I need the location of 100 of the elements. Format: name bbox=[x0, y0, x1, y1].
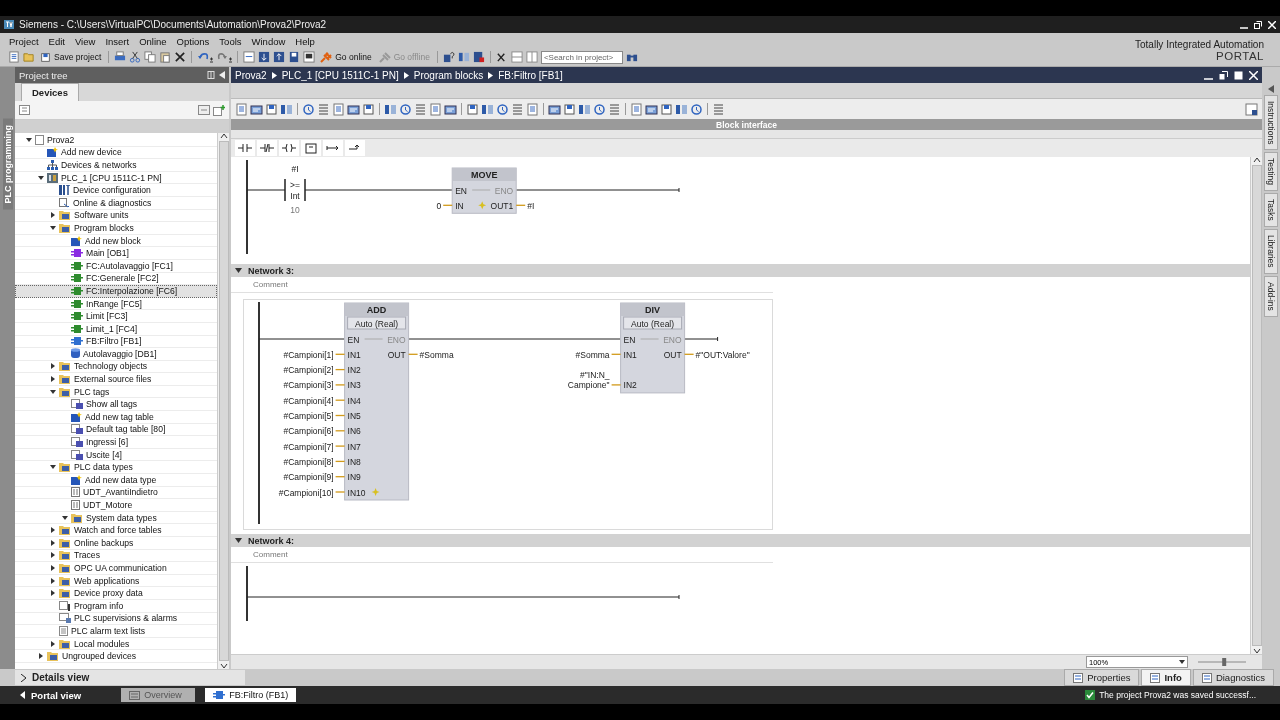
collapse-arrow-icon[interactable] bbox=[219, 71, 225, 79]
expand-arrow-icon[interactable] bbox=[49, 590, 56, 597]
tree-item[interactable]: UDT_AvantiIndietro bbox=[15, 486, 217, 500]
details-view-header[interactable]: Details view bbox=[32, 672, 90, 683]
go-online-button[interactable]: Go online bbox=[318, 51, 374, 63]
breadcrumb-item[interactable]: Program blocks bbox=[413, 69, 484, 81]
tree-item[interactable]: Add new tag table bbox=[15, 411, 217, 424]
toolbar-icon[interactable] bbox=[660, 102, 673, 116]
menu-item[interactable]: View bbox=[69, 34, 101, 48]
network-title[interactable]: Network 4: bbox=[248, 535, 294, 546]
expand-arrow-icon[interactable] bbox=[49, 539, 56, 546]
toolbar-icon[interactable] bbox=[280, 102, 293, 116]
breadcrumb-item[interactable]: Prova2 bbox=[235, 69, 267, 81]
help-icon[interactable] bbox=[442, 51, 455, 63]
toolbar-icon[interactable] bbox=[347, 102, 360, 116]
tree-item[interactable]: Watch and force tables bbox=[15, 524, 217, 537]
copy-icon[interactable] bbox=[144, 51, 157, 63]
tree-item[interactable]: FC:Autolavaggio [FC1] bbox=[15, 259, 217, 273]
device-icon[interactable] bbox=[303, 51, 316, 63]
tree-item[interactable]: Device proxy data bbox=[15, 587, 217, 600]
collapse-arrow-icon[interactable] bbox=[235, 538, 242, 543]
tree-item[interactable]: Device configuration bbox=[15, 184, 217, 197]
type-selector[interactable]: Auto (Real) bbox=[347, 316, 407, 330]
tree-item[interactable]: Add new device bbox=[15, 146, 217, 160]
tree-item[interactable]: InRange [FC5] bbox=[15, 297, 217, 311]
maximize-icon[interactable] bbox=[1234, 70, 1243, 80]
toolbar-icon[interactable] bbox=[548, 102, 561, 116]
tree-item[interactable]: Ungrouped devices bbox=[15, 650, 217, 663]
scroll-down-icon[interactable] bbox=[1252, 648, 1261, 654]
scroll-up-icon[interactable] bbox=[219, 133, 228, 139]
toolbar-icon[interactable] bbox=[362, 102, 375, 116]
pin-icon[interactable] bbox=[207, 71, 215, 79]
close-icon[interactable] bbox=[495, 51, 508, 63]
tree-item[interactable]: Online & diagnostics bbox=[15, 196, 217, 210]
tree-item[interactable]: UDT_Motore bbox=[15, 499, 217, 512]
menu-item[interactable]: Options bbox=[171, 34, 215, 48]
inspector-tab[interactable]: Info bbox=[1141, 669, 1191, 686]
tree-item[interactable]: External source files bbox=[15, 373, 217, 386]
zoom-slider[interactable] bbox=[1198, 658, 1246, 666]
tree-item[interactable]: PLC supervisions & alarms bbox=[15, 612, 217, 626]
tree-item[interactable]: Limit_1 [FC4] bbox=[15, 322, 217, 336]
side-tab[interactable]: Instructions bbox=[1264, 95, 1278, 151]
collapse-arrow-icon[interactable] bbox=[37, 174, 44, 181]
side-tab[interactable]: PLC programming bbox=[2, 119, 13, 210]
menu-item[interactable]: Window bbox=[246, 34, 291, 48]
tree-item[interactable]: Add new block bbox=[15, 234, 217, 248]
network-title[interactable]: Network 3: bbox=[248, 265, 294, 276]
redo-icon[interactable] bbox=[216, 51, 233, 63]
menu-item[interactable]: Project bbox=[4, 34, 44, 48]
tree-item[interactable]: Local modules bbox=[15, 637, 217, 651]
contact-icon[interactable] bbox=[235, 140, 255, 156]
paste-icon[interactable] bbox=[159, 51, 172, 63]
portal-view-button[interactable]: Portal view bbox=[20, 689, 112, 701]
taskbar-tab[interactable]: FB:Filtro (FB1) bbox=[205, 688, 297, 702]
expand-arrow-icon[interactable] bbox=[49, 527, 56, 534]
tree-item[interactable]: Autolavaggio [DB1] bbox=[15, 348, 217, 361]
add-icon[interactable] bbox=[213, 104, 225, 116]
toolbar-icon[interactable] bbox=[690, 102, 703, 116]
toolbar-icon[interactable] bbox=[675, 102, 688, 116]
menu-item[interactable]: Help bbox=[290, 34, 320, 48]
tree-item[interactable]: Add new data type bbox=[15, 474, 217, 487]
slider-thumb[interactable] bbox=[1222, 658, 1227, 666]
menu-item[interactable]: Tools bbox=[214, 34, 247, 48]
collapse-arrow-icon[interactable] bbox=[61, 514, 68, 521]
coil-icon[interactable] bbox=[279, 140, 299, 156]
open-branch-icon[interactable] bbox=[323, 140, 343, 156]
tree-item[interactable]: Program blocks bbox=[15, 222, 217, 235]
close-branch-icon[interactable] bbox=[345, 140, 365, 156]
expand-arrow-icon[interactable] bbox=[49, 376, 56, 383]
tree-item[interactable]: PLC_1 [CPU 1511C-1 PN] bbox=[15, 171, 217, 185]
tree-item[interactable]: PLC data types bbox=[15, 461, 217, 475]
print-icon[interactable] bbox=[114, 51, 127, 63]
tree-item[interactable]: System data types bbox=[15, 511, 217, 525]
cut-icon[interactable] bbox=[129, 51, 142, 63]
devices-tab[interactable]: Devices bbox=[21, 83, 79, 101]
collapse-arrow-icon[interactable] bbox=[235, 268, 242, 273]
tree-item[interactable]: Devices & networks bbox=[15, 159, 217, 172]
tree-item[interactable]: FC:Interpolazione [FC6] bbox=[15, 285, 217, 298]
scrollbar[interactable] bbox=[217, 133, 229, 669]
delete-icon[interactable] bbox=[174, 51, 187, 63]
save-project-button[interactable]: Save project bbox=[38, 51, 104, 63]
scrollbar[interactable] bbox=[1250, 157, 1262, 654]
toolbar-icon[interactable] bbox=[496, 102, 509, 116]
tree-item[interactable]: Software units bbox=[15, 209, 217, 223]
side-tab[interactable]: Testing bbox=[1264, 152, 1278, 192]
tree-item[interactable]: Technology objects bbox=[15, 360, 217, 374]
tree-item[interactable]: Uscite [4] bbox=[15, 448, 217, 462]
collapse-arrow-icon[interactable] bbox=[49, 464, 56, 471]
side-tab[interactable]: Add-ins bbox=[1264, 275, 1278, 317]
restore-icon[interactable] bbox=[1254, 20, 1262, 29]
breadcrumb-item[interactable]: FB:Filtro [FB1] bbox=[498, 69, 563, 81]
toolbar-icon[interactable] bbox=[250, 102, 263, 116]
split-view-icon[interactable] bbox=[457, 51, 470, 63]
upload-icon[interactable] bbox=[273, 51, 286, 63]
tree-item[interactable]: Program info bbox=[15, 599, 217, 613]
close-icon[interactable] bbox=[1249, 70, 1258, 80]
scroll-up-icon[interactable] bbox=[1252, 157, 1261, 163]
expand-arrow-icon[interactable] bbox=[49, 565, 56, 571]
toolbar-icon[interactable] bbox=[481, 102, 494, 116]
side-tab[interactable]: Libraries bbox=[1264, 229, 1278, 274]
